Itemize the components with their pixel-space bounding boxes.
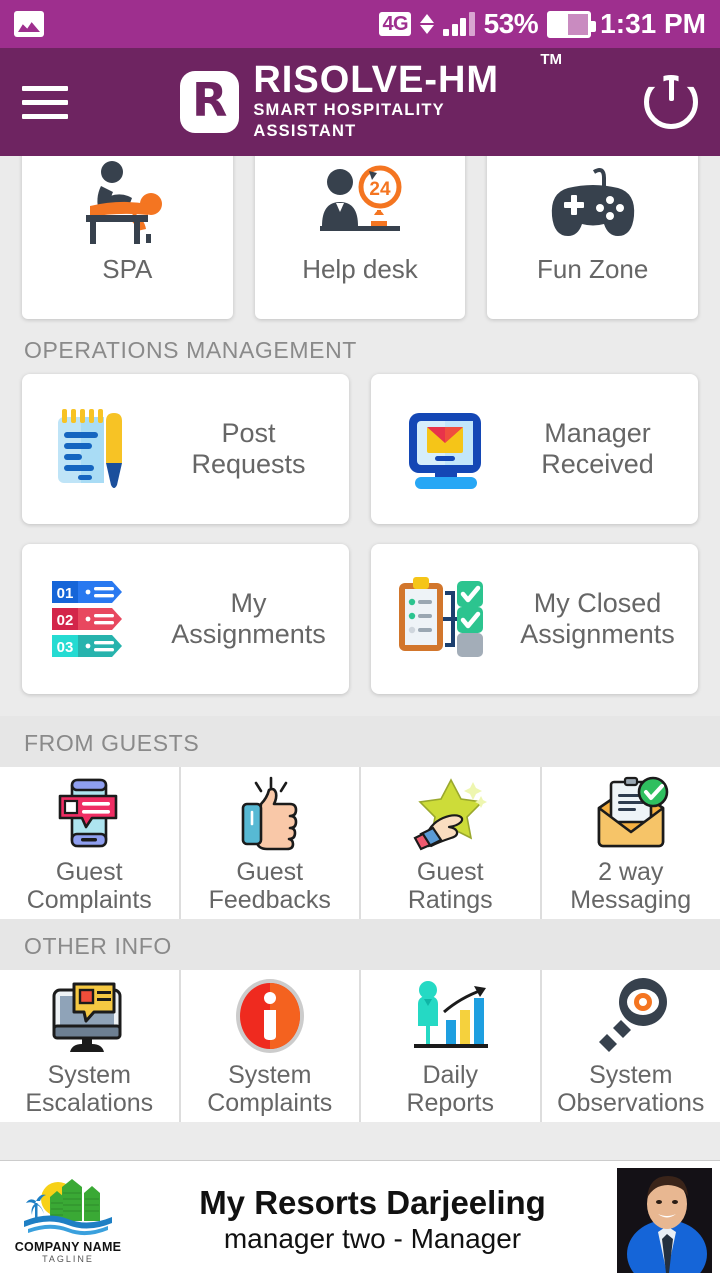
risolve-logo-mark: R <box>180 71 240 133</box>
monitor-alert-icon <box>48 975 130 1057</box>
star-rating-icon <box>411 772 489 854</box>
from-guests-row: Guest Complaints Guest Feedbacks Guest R… <box>0 767 720 919</box>
card-fun-zone[interactable]: Fun Zone <box>487 156 699 319</box>
tile-guest-complaints[interactable]: Guest Complaints <box>0 767 179 919</box>
status-bar-left <box>14 11 44 37</box>
envelope-check-icon <box>591 772 671 854</box>
card-spa[interactable]: SPA <box>22 156 233 319</box>
scroll-content[interactable]: SPA 24 Help desk Fun Zone OPERATIONS MAN… <box>0 156 720 1160</box>
svg-text:24: 24 <box>369 179 391 200</box>
info-circle-icon <box>230 975 310 1057</box>
resort-company-logo-icon <box>24 1179 112 1236</box>
status-bar: 4G 53% 1:31 PM <box>0 0 720 48</box>
company-logo: COMPANY NAME TAGLINE <box>8 1177 128 1264</box>
image-icon <box>14 11 44 37</box>
trademark-label: TM <box>540 51 562 69</box>
tile-label: 2 way Messaging <box>570 858 692 914</box>
numbered-tags-icon: 01 02 03 <box>38 569 158 669</box>
other-info-row: System Escalations System Complaints Dai… <box>0 970 720 1122</box>
card-label: SPA <box>102 254 153 284</box>
spa-massage-icon <box>72 156 182 252</box>
user-avatar-photo[interactable] <box>617 1168 712 1273</box>
tile-system-escalations[interactable]: System Escalations <box>0 970 179 1122</box>
operations-row-1: Post Requests Manager Received <box>0 374 720 524</box>
services-row: SPA 24 Help desk Fun Zone <box>0 156 720 319</box>
card-label: Help desk <box>302 254 418 284</box>
tile-2-way-messaging[interactable]: 2 way Messaging <box>541 767 720 919</box>
signal-bars-icon <box>443 12 475 36</box>
card-help-desk[interactable]: 24 Help desk <box>254 156 466 319</box>
footer-bar: COMPANY NAME TAGLINE My Resorts Darjeeli… <box>0 1160 720 1280</box>
property-name: My Resorts Darjeeling <box>199 1184 546 1222</box>
footer-info: My Resorts Darjeeling manager two - Mana… <box>128 1184 617 1256</box>
card-my-assignments[interactable]: 01 02 03 My Assignments <box>22 544 349 694</box>
card-label: My Closed Assignments <box>520 587 675 649</box>
tile-label: System Observations <box>557 1061 705 1117</box>
brand-logo: R RISOLVE-HM SMART HOSPITALITY ASSISTANT… <box>180 51 562 143</box>
app-subtitle: SMART HOSPITALITY ASSISTANT <box>253 100 445 141</box>
brand-text: RISOLVE-HM SMART HOSPITALITY ASSISTANT T… <box>253 51 562 143</box>
company-logo-text: COMPANY NAME <box>14 1240 122 1254</box>
tile-system-observations[interactable]: System Observations <box>541 970 720 1122</box>
card-label: Fun Zone <box>537 254 649 284</box>
card-label: Manager Received <box>541 417 654 479</box>
up-down-arrows-icon <box>420 14 435 34</box>
tile-label: System Complaints <box>207 1061 333 1117</box>
tile-guest-feedbacks[interactable]: Guest Feedbacks <box>180 767 359 919</box>
battery-icon <box>547 10 597 38</box>
magnifier-eye-icon <box>589 975 673 1057</box>
card-post-requests[interactable]: Post Requests <box>22 374 349 524</box>
tile-label: System Escalations <box>25 1061 154 1117</box>
section-title-operations: OPERATIONS MANAGEMENT <box>24 337 357 363</box>
monitor-mail-icon <box>387 399 507 499</box>
battery-percent-label: 53% <box>483 8 539 39</box>
section-title-from-guests: FROM GUESTS <box>0 716 720 767</box>
section-title-other-info: OTHER INFO <box>0 919 720 970</box>
phone-complaint-icon <box>50 772 128 854</box>
svg-text:02: 02 <box>57 612 74 629</box>
tile-system-complaints[interactable]: System Complaints <box>180 970 359 1122</box>
clipboard-checklist-icon <box>387 569 507 669</box>
status-bar-right: 4G 53% 1:31 PM <box>379 8 706 40</box>
user-role-line: manager two - Manager <box>223 1223 522 1255</box>
tile-label: Guest Ratings <box>407 858 493 914</box>
app-screen: 4G 53% 1:31 PM R RISOLVE-HM SMART HOSPIT… <box>0 0 720 1280</box>
clock-label: 1:31 PM <box>600 8 706 39</box>
card-my-closed-assignments[interactable]: My Closed Assignments <box>371 544 698 694</box>
card-manager-received[interactable]: Manager Received <box>371 374 698 524</box>
tile-label: Guest Complaints <box>26 858 152 914</box>
network-type-indicator: 4G <box>379 12 412 36</box>
tile-label: Daily Reports <box>406 1061 495 1117</box>
power-icon[interactable] <box>644 75 698 129</box>
company-logo-tagline: TAGLINE <box>42 1254 94 1264</box>
tile-daily-reports[interactable]: Daily Reports <box>361 970 540 1122</box>
hamburger-menu-icon[interactable] <box>22 85 68 119</box>
app-title: RISOLVE-HM <box>253 59 500 102</box>
tile-label: Guest Feedbacks <box>208 858 331 914</box>
thumbs-up-icon <box>231 772 309 854</box>
card-label: My Assignments <box>171 587 326 649</box>
notepad-pen-icon <box>38 399 158 499</box>
bar-chart-growth-icon <box>408 975 492 1057</box>
svg-text:01: 01 <box>57 585 74 602</box>
card-label: Post Requests <box>191 417 306 479</box>
help-desk-24h-icon: 24 <box>305 156 415 252</box>
app-bar: R RISOLVE-HM SMART HOSPITALITY ASSISTANT… <box>0 48 720 156</box>
gamepad-icon <box>538 156 648 252</box>
operations-row-2: 01 02 03 My Assignments My Closed Assign… <box>0 544 720 694</box>
tile-guest-ratings[interactable]: Guest Ratings <box>361 767 540 919</box>
svg-text:03: 03 <box>57 639 74 656</box>
